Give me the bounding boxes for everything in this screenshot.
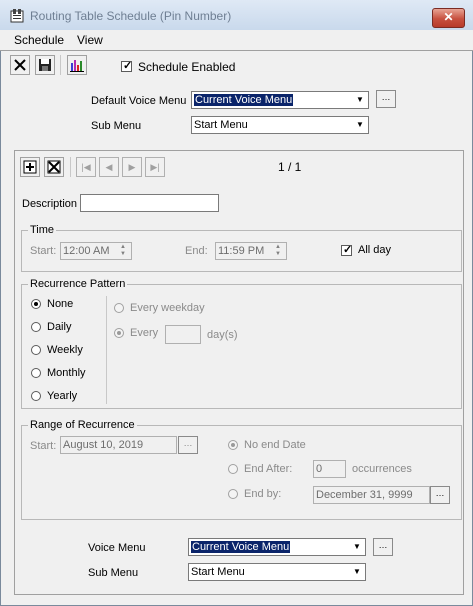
every-n-days-radio[interactable] [114,328,124,338]
menu-schedule[interactable]: Schedule [14,33,64,47]
check-icon: ✓ [123,60,133,72]
voice-menu-value: Current Voice Menu [191,541,291,553]
every-weekday-label: Every weekday [130,302,205,314]
chevron-down-icon: ▼ [353,542,361,551]
time-group-title: Time [28,224,57,236]
every-n-days-input[interactable] [165,325,201,344]
days-label: day(s) [207,329,238,341]
add-schedule-button[interactable] [20,157,40,177]
description-input[interactable] [80,194,219,212]
nav-divider [70,157,71,177]
spin-arrows-icon: ▲ ▼ [120,244,126,257]
end-by-input[interactable]: December 31, 9999 [313,486,430,504]
chart-button[interactable] [67,55,87,75]
end-after-input[interactable]: 0 [313,460,346,478]
floppy-disk-icon [39,59,51,71]
recurrence-daily-radio[interactable] [31,322,41,332]
chevron-down-icon: ▼ [356,120,364,129]
end-after-value: 0 [316,463,323,475]
sub-menu-select[interactable]: Start Menu ▼ [188,563,366,581]
close-button[interactable]: ✕ [432,8,465,28]
default-voice-menu-browse-button[interactable]: … [376,90,396,108]
default-voice-menu-label: Default Voice Menu [91,95,187,107]
range-start-input[interactable]: August 10, 2019 [60,436,177,454]
time-end-input[interactable]: 11:59 PM ▲ ▼ [215,242,287,260]
first-record-button[interactable]: |◀ [76,157,96,177]
next-record-button[interactable]: ▶ [122,157,142,177]
time-end-value: 11:59 PM [218,245,265,257]
close-x-icon [14,59,26,71]
every-weekday-radio[interactable] [114,303,124,313]
no-end-date-label: No end Date [244,439,306,451]
delete-page-icon [47,160,61,174]
end-by-picker-button[interactable]: … [430,486,450,504]
default-sub-menu-select[interactable]: Start Menu ▼ [191,116,369,134]
time-start-value: 12:00 AM [63,245,110,257]
every-label: Every [130,327,159,339]
recurrence-none-radio[interactable] [31,299,41,309]
delete-button[interactable] [10,55,30,75]
end-after-label: End After: [244,463,293,475]
voice-menu-select[interactable]: Current Voice Menu ▼ [188,538,366,556]
range-start-label: Start: [30,440,57,452]
chevron-down-icon: ▼ [353,567,361,576]
chevron-down-icon: ▼ [356,95,364,104]
all-day-checkbox[interactable]: ✓ [341,244,353,256]
recurrence-group-title: Recurrence Pattern [28,278,128,290]
record-counter: 1 / 1 [278,160,302,174]
recurrence-monthly-label: Monthly [47,367,86,379]
range-group-title: Range of Recurrence [28,419,137,431]
recurrence-weekly-label: Weekly [47,344,83,356]
no-end-date-radio[interactable] [228,440,238,450]
end-by-radio[interactable] [228,489,238,499]
time-start-label: Start: [30,245,57,257]
description-label: Description [22,198,78,210]
recurrence-none-label: None [47,298,74,310]
default-voice-menu-select[interactable]: Current Voice Menu ▼ [191,91,369,109]
range-start-picker-button[interactable]: … [178,436,198,454]
check-icon: ✓ [343,244,353,256]
occurrences-label: occurrences [352,463,412,475]
save-button[interactable] [35,55,55,75]
window-title: Routing Table Schedule (Pin Number) [30,9,232,23]
voice-menu-label: Voice Menu [88,542,146,554]
time-start-input[interactable]: 12:00 AM ▲ ▼ [60,242,132,260]
recurrence-weekly-radio[interactable] [31,345,41,355]
default-sub-menu-value: Start Menu [194,119,248,131]
app-icon [10,9,24,23]
spin-arrows-icon: ▲ ▼ [275,244,281,257]
recurrence-daily-label: Daily [47,321,72,333]
schedule-enabled-checkbox[interactable]: ✓ [121,60,133,72]
add-page-icon [23,160,37,174]
menu-bar: Schedule View [0,30,473,51]
recurrence-monthly-radio[interactable] [31,368,41,378]
end-by-label: End by: [244,488,282,500]
prev-record-button[interactable]: ◀ [99,157,119,177]
recurrence-yearly-radio[interactable] [31,391,41,401]
all-day-label: All day [358,244,392,256]
default-sub-menu-label: Sub Menu [91,120,142,132]
last-record-button[interactable]: ▶| [145,157,165,177]
bar-chart-icon [70,60,84,72]
time-end-label: End: [185,245,208,257]
end-after-radio[interactable] [228,464,238,474]
sub-menu-label: Sub Menu [88,567,139,579]
sub-menu-value: Start Menu [191,566,245,578]
voice-menu-browse-button[interactable]: … [373,538,393,556]
recurrence-divider [106,296,107,404]
schedule-enabled-label: Schedule Enabled [138,60,236,74]
menu-view[interactable]: View [77,33,103,47]
default-voice-menu-value: Current Voice Menu [194,94,294,106]
toolbar-divider [60,55,61,75]
end-by-value: December 31, 9999 [316,489,413,501]
recurrence-group: Recurrence Pattern [21,278,462,409]
delete-schedule-button[interactable] [44,157,64,177]
range-start-value: August 10, 2019 [63,439,144,451]
title-bar: Routing Table Schedule (Pin Number) ✕ [0,0,473,30]
recurrence-yearly-label: Yearly [47,390,78,402]
